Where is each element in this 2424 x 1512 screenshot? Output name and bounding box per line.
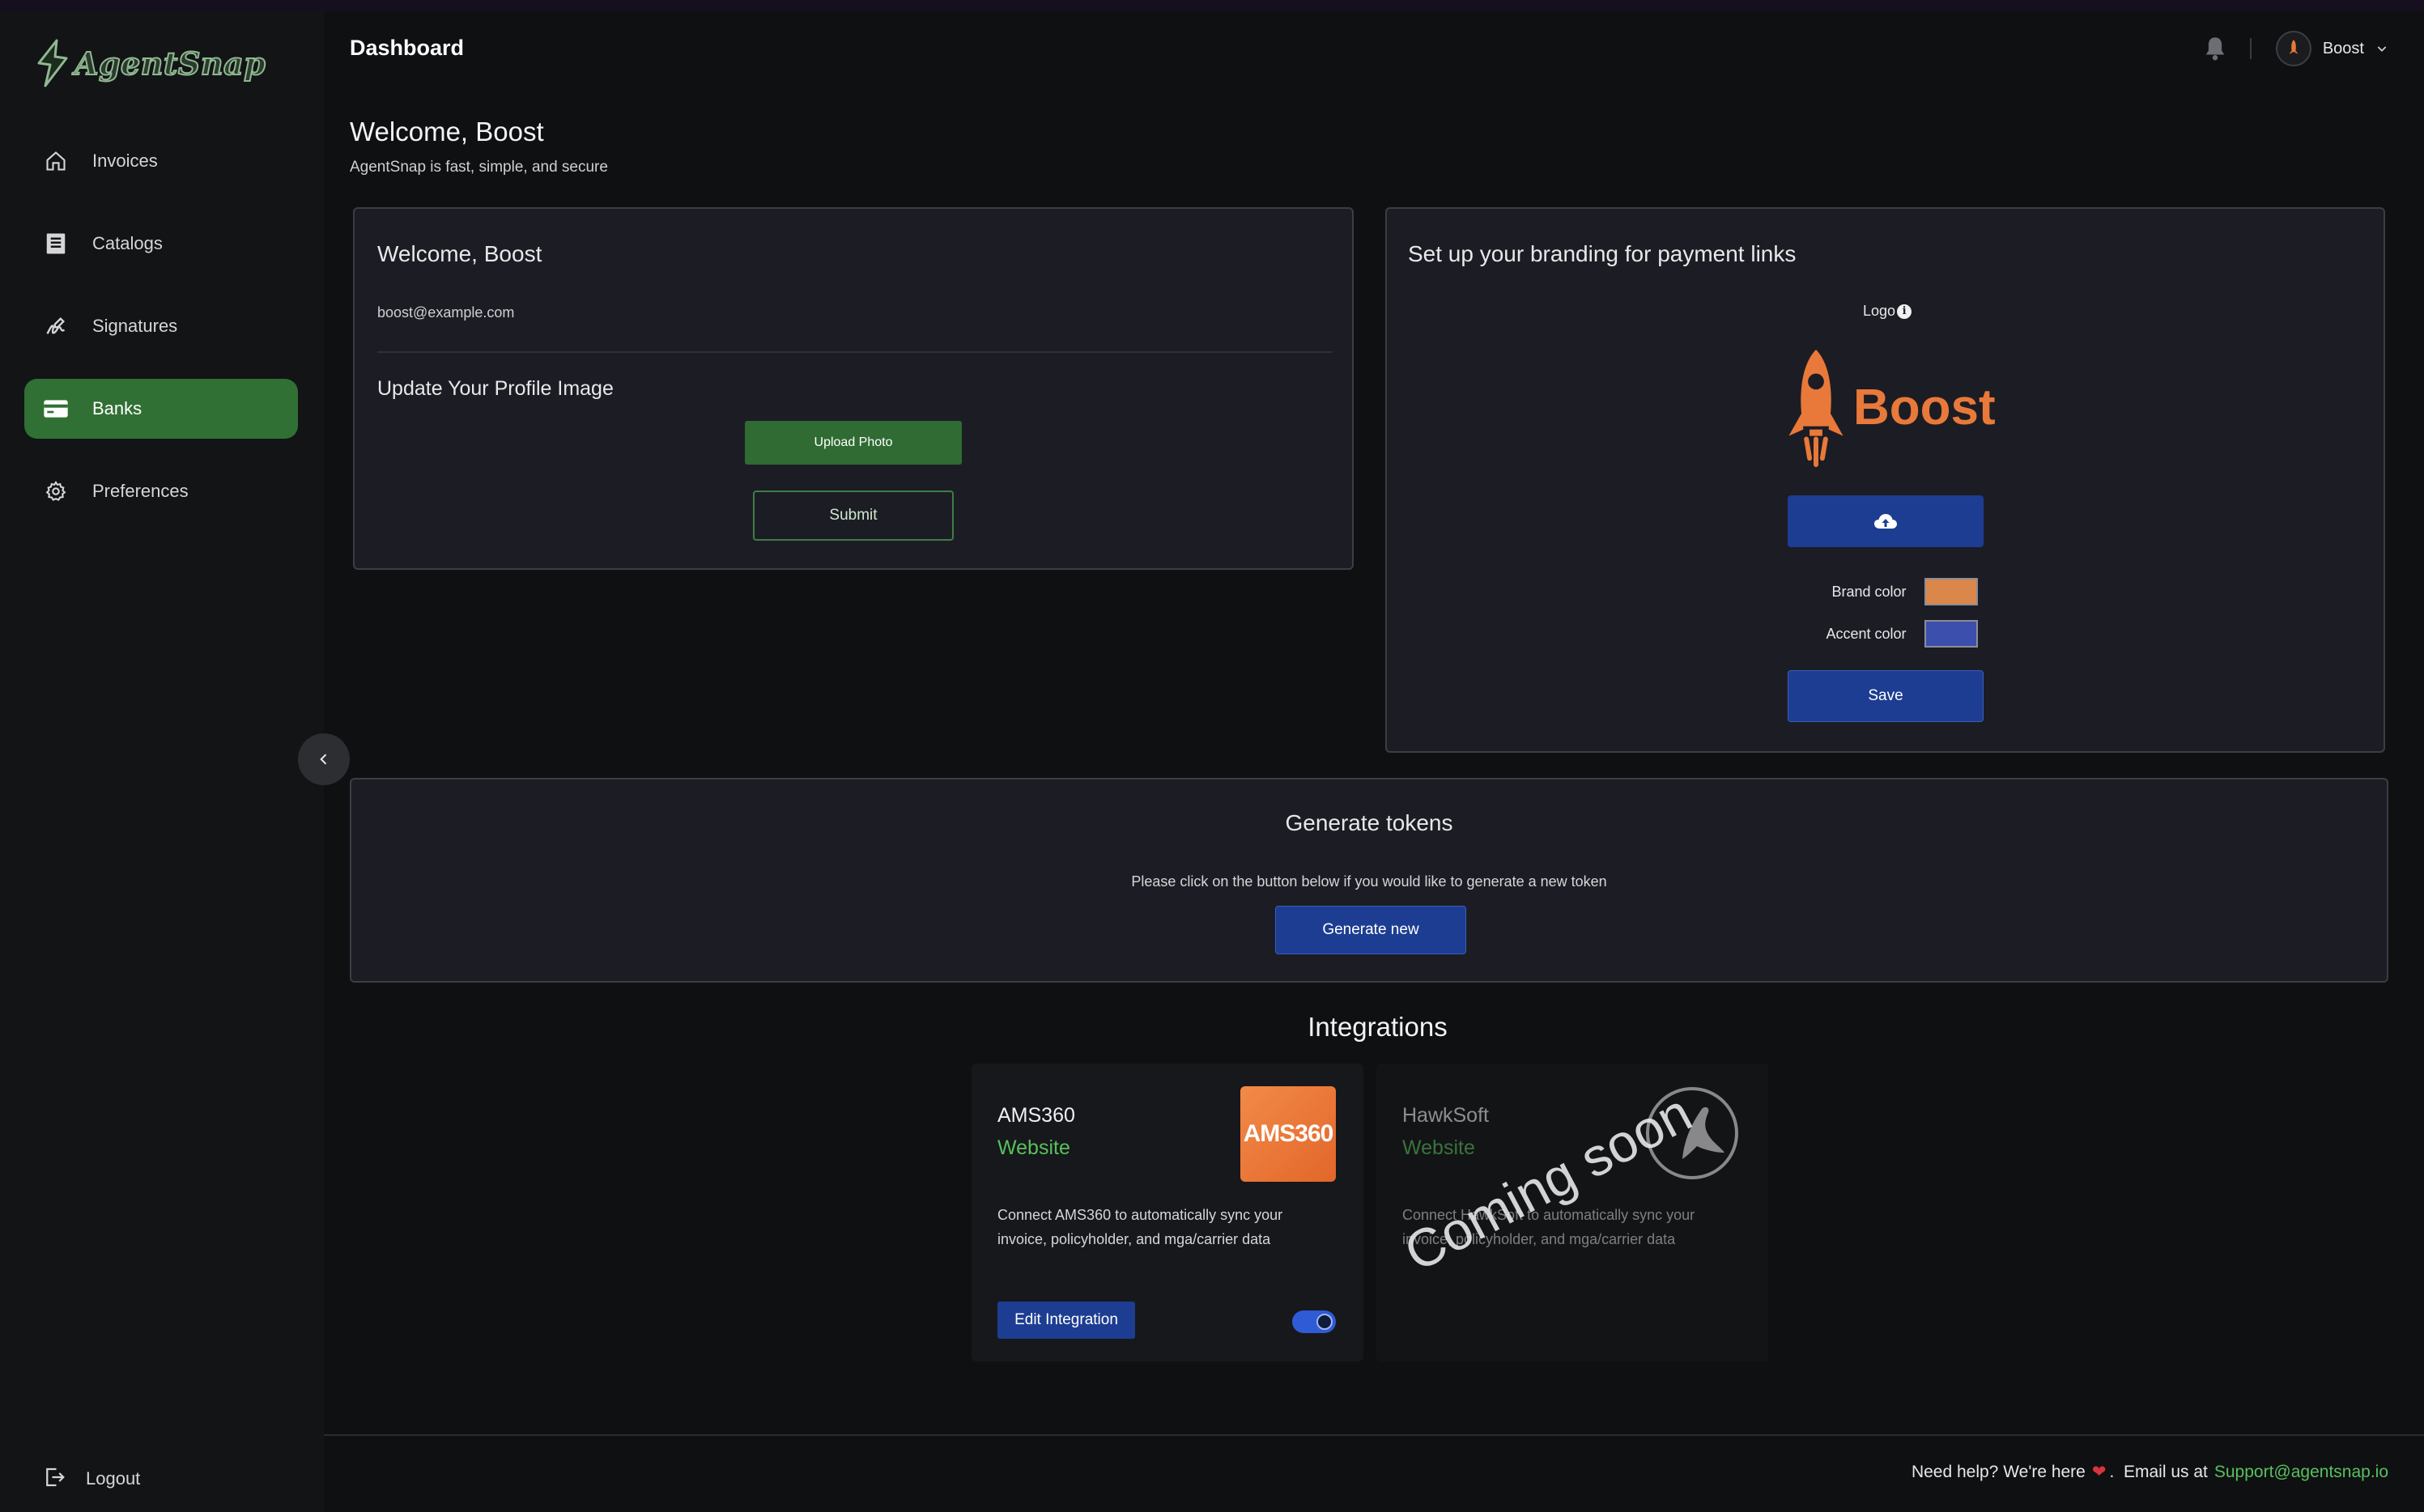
generate-token-button[interactable]: Generate new xyxy=(1275,906,1466,954)
integration-name: AMS360 xyxy=(997,1104,1075,1127)
footer: Need help? We're here ❤ . Email us at Su… xyxy=(1912,1462,2388,1482)
logout-icon xyxy=(42,1465,70,1493)
update-profile-image-heading: Update Your Profile Image xyxy=(377,377,614,400)
integration-website-link: Website xyxy=(1402,1136,1475,1159)
sidebar-item-catalogs[interactable]: Catalogs xyxy=(24,214,298,274)
branding-card-title: Set up your branding for payment links xyxy=(1408,241,1797,266)
save-branding-button[interactable]: Save xyxy=(1788,670,1984,722)
profile-email: boost@example.com xyxy=(377,304,515,321)
integration-card-hawksoft: HawkSoft Website Connect HawkSoft to aut… xyxy=(1376,1064,1768,1361)
brand-logo-text: Boost xyxy=(1853,379,1996,435)
sidebar-item-banks[interactable]: Banks xyxy=(24,379,298,439)
sidebar-item-signatures[interactable]: Signatures xyxy=(24,296,298,356)
brand-color-row: Brand color xyxy=(1387,578,2384,605)
chevron-down-icon[interactable] xyxy=(2375,42,2388,55)
footer-help-text: Need help? We're here xyxy=(1911,1462,2086,1481)
home-icon xyxy=(42,147,70,175)
welcome-subtitle: AgentSnap is fast, simple, and secure xyxy=(350,159,608,176)
brand-color-picker[interactable] xyxy=(1924,578,1978,605)
sidebar-collapse-button[interactable] xyxy=(298,733,350,785)
chevron-left-icon xyxy=(320,754,327,765)
profile-card-title: Welcome, Boost xyxy=(377,241,542,266)
logout-button[interactable]: Logout xyxy=(42,1465,140,1493)
tokens-description: Please click on the button below if you … xyxy=(1131,873,1607,890)
welcome-heading: Welcome, Boost xyxy=(350,117,544,147)
header-divider xyxy=(2249,38,2252,59)
accent-color-label: Accent color xyxy=(1826,625,1907,642)
footer-separator: . xyxy=(2109,1462,2124,1481)
profile-divider xyxy=(377,351,1333,353)
brand-color-label: Brand color xyxy=(1831,583,1907,600)
header-user-area: Boost xyxy=(2203,31,2388,66)
sidebar-item-label: Preferences xyxy=(92,481,189,501)
upload-photo-button[interactable]: Upload Photo xyxy=(745,421,962,465)
toggle-knob xyxy=(1316,1314,1333,1330)
branding-card: Set up your branding for payment links L… xyxy=(1385,207,2385,753)
sidebar-item-label: Invoices xyxy=(92,151,158,171)
accent-color-picker[interactable] xyxy=(1924,620,1978,648)
integration-toggle[interactable] xyxy=(1292,1310,1336,1333)
footer-divider xyxy=(324,1434,2424,1436)
footer-email-prefix: Email us at xyxy=(2123,1462,2208,1481)
brand-logo-preview: Boost xyxy=(1784,346,1996,468)
logo-label: Logo i xyxy=(1863,303,1912,320)
integrations-heading: Integrations xyxy=(1308,1012,1448,1042)
signature-icon xyxy=(42,312,70,340)
profile-card: Welcome, Boost boost@example.com Update … xyxy=(353,207,1354,570)
integration-description: Connect AMS360 to automatically sync you… xyxy=(997,1207,1283,1247)
window-top-strip xyxy=(0,0,2424,11)
sidebar-item-label: Banks xyxy=(92,398,142,418)
boost-rocket-icon xyxy=(2289,40,2299,54)
gear-icon xyxy=(42,478,70,505)
tokens-card-title: Generate tokens xyxy=(1285,810,1453,835)
integration-card-ams360: AMS360 Website AMS360 Connect AMS360 to … xyxy=(972,1064,1363,1361)
sidebar-item-invoices[interactable]: Invoices xyxy=(24,131,298,191)
sidebar: AgentSnap Invoices Catalogs Signatures B… xyxy=(0,11,324,1512)
credit-card-icon xyxy=(42,395,70,423)
sidebar-item-preferences[interactable]: Preferences xyxy=(24,461,298,521)
ams360-logo: AMS360 xyxy=(1240,1086,1336,1182)
info-icon[interactable]: i xyxy=(1897,304,1912,319)
agentsnap-logo-icon xyxy=(37,39,68,87)
integration-website-link[interactable]: Website xyxy=(997,1136,1070,1160)
document-list-icon xyxy=(42,230,70,257)
tokens-card: Generate tokens Please click on the butt… xyxy=(350,778,2388,983)
edit-integration-button[interactable]: Edit Integration xyxy=(997,1302,1135,1339)
logo-label-text: Logo xyxy=(1863,303,1896,319)
cloud-upload-icon xyxy=(1874,514,1897,529)
sidebar-item-label: Catalogs xyxy=(92,233,163,253)
accent-color-row: Accent color xyxy=(1387,620,2384,648)
app-logo[interactable]: AgentSnap xyxy=(34,39,266,87)
sidebar-nav: Invoices Catalogs Signatures Banks Prefe… xyxy=(24,131,298,544)
bell-icon[interactable] xyxy=(2203,35,2227,62)
rocket-icon xyxy=(1788,349,1844,468)
logout-label: Logout xyxy=(86,1468,141,1489)
heart-icon: ❤ xyxy=(2091,1463,2107,1481)
upload-logo-button[interactable] xyxy=(1788,495,1984,547)
user-name[interactable]: Boost xyxy=(2323,40,2364,58)
support-email-link[interactable]: Support@agentsnap.io xyxy=(2214,1463,2388,1482)
integration-name: HawkSoft xyxy=(1402,1104,1489,1127)
page-title: Dashboard xyxy=(350,36,465,60)
sidebar-item-label: Signatures xyxy=(92,316,178,336)
avatar[interactable] xyxy=(2275,31,2311,66)
submit-button[interactable]: Submit xyxy=(753,491,954,541)
app-logo-text: AgentSnap xyxy=(74,45,266,83)
